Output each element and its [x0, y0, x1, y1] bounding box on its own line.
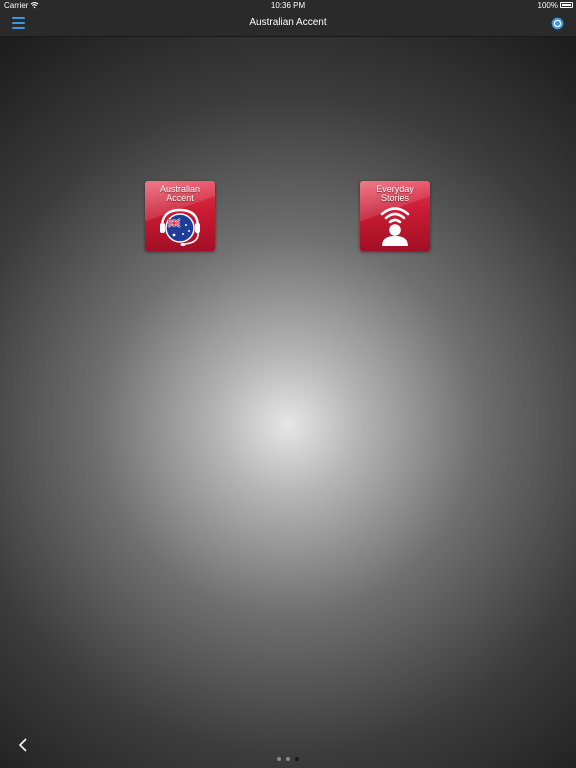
tile-label: Everyday Stories	[360, 185, 430, 203]
page-indicator[interactable]	[276, 757, 302, 763]
chevron-left-icon[interactable]	[16, 737, 30, 753]
app-tile-australian-accent[interactable]: Australian Accent	[145, 181, 215, 251]
page-dot[interactable]	[277, 757, 281, 761]
globe-headset-icon	[160, 208, 200, 247]
page-dot[interactable]	[286, 757, 290, 761]
page-title: Australian Accent	[249, 17, 327, 28]
status-time: 10:36 PM	[270, 1, 306, 10]
person-broadcast-icon	[380, 207, 410, 246]
navigation-bar: Australian Accent	[0, 12, 576, 37]
tile-label: Australian Accent	[145, 185, 215, 203]
app-tile-everyday-stories[interactable]: Everyday Stories	[360, 181, 430, 251]
page-dot-active[interactable]	[295, 757, 299, 761]
tile-label-line2: Accent	[166, 193, 194, 203]
settings-icon[interactable]	[551, 17, 564, 30]
tile-label-line2: Stories	[380, 193, 409, 203]
battery-full-icon	[560, 2, 573, 8]
status-bar: Carrier 10:36 PM 100%	[0, 0, 576, 12]
battery-percentage: 100%	[537, 1, 558, 10]
